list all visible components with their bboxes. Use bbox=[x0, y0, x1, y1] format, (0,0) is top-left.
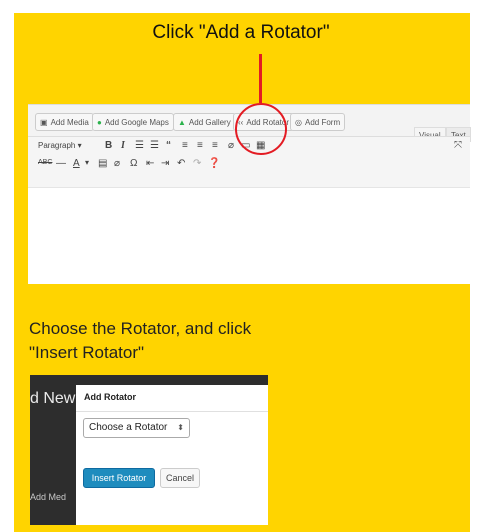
toolbar-toggle-icon[interactable]: ▦ bbox=[256, 140, 265, 151]
format-select[interactable]: Paragraph ▾ bbox=[38, 141, 82, 150]
chevron-down-icon: ▾ bbox=[77, 141, 82, 150]
add-google-maps-button[interactable]: ● Add Google Maps bbox=[92, 113, 174, 131]
align-center-icon[interactable]: ≡ bbox=[197, 140, 203, 151]
bold-icon[interactable]: B bbox=[105, 140, 112, 151]
dialog-title: Add Rotator bbox=[84, 392, 136, 402]
bullet-list-icon[interactable]: ☰ bbox=[135, 140, 144, 151]
rotator-select[interactable]: Choose a Rotator ⬍ bbox=[83, 418, 190, 438]
horizontal-line-icon[interactable]: — bbox=[56, 158, 66, 169]
gallery-icon: ▲ bbox=[178, 118, 186, 127]
blockquote-icon[interactable]: “ bbox=[166, 140, 171, 151]
add-form-button[interactable]: ◎ Add Form bbox=[290, 113, 346, 131]
red-pointer-line bbox=[259, 54, 262, 103]
editor-content-area[interactable] bbox=[28, 187, 470, 284]
numbered-list-icon[interactable]: ☰ bbox=[150, 140, 159, 151]
dialog-screenshot: d New Add Med Add Rotator Choose a Rotat… bbox=[30, 375, 268, 525]
map-pin-icon: ● bbox=[97, 118, 102, 127]
tutorial-graphic: Click "Add a Rotator" ▣ Add Media ● Add Go… bbox=[0, 0, 482, 532]
text-color-icon[interactable]: A bbox=[73, 158, 80, 169]
add-gallery-button[interactable]: ▲ Add Gallery bbox=[173, 113, 236, 131]
middle-caption: Choose the Rotator, and click "Insert Ro… bbox=[29, 319, 252, 362]
insert-rotator-button[interactable]: Insert Rotator bbox=[83, 468, 155, 488]
wordpress-editor: ▣ Add Media ● Add Google Maps ▲ Add Gallery… bbox=[28, 104, 471, 284]
select-arrows-icon: ⬍ bbox=[177, 423, 184, 432]
insert-more-icon[interactable]: ▭ bbox=[241, 140, 250, 151]
link-icon[interactable]: ⌀ bbox=[228, 140, 234, 151]
align-right-icon[interactable]: ≡ bbox=[212, 140, 218, 151]
add-rotator-dialog: Add Rotator Choose a Rotator ⬍ Insert Ro… bbox=[76, 385, 268, 525]
italic-icon[interactable]: I bbox=[121, 140, 125, 151]
chevron-down-icon[interactable]: ▾ bbox=[85, 158, 89, 167]
undo-icon[interactable]: ↶ bbox=[177, 158, 185, 169]
paste-text-icon[interactable]: ▤ bbox=[98, 158, 107, 169]
redo-icon[interactable]: ↷ bbox=[193, 158, 201, 169]
top-caption: Click "Add a Rotator" bbox=[152, 22, 330, 43]
editor-toolbar: Paragraph ▾ B I ☰ ☰ “ ≡ ≡ ≡ ⌀ ▭ ▦ ⤧ ABC … bbox=[28, 136, 470, 188]
rotator-icon: ‹‹ bbox=[238, 118, 244, 127]
outdent-icon[interactable]: ⇤ bbox=[146, 158, 154, 169]
add-media-button[interactable]: ▣ Add Media bbox=[35, 113, 94, 131]
special-character-icon[interactable]: Ω bbox=[130, 158, 137, 169]
add-rotator-button[interactable]: ‹‹ Add Rotator bbox=[233, 113, 295, 131]
clear-formatting-icon[interactable]: ⌀ bbox=[114, 158, 120, 169]
fullscreen-icon[interactable]: ⤧ bbox=[454, 140, 462, 151]
background-add-media: Add Med bbox=[30, 492, 67, 502]
strikethrough-icon[interactable]: ABC bbox=[38, 159, 52, 166]
align-left-icon[interactable]: ≡ bbox=[182, 140, 188, 151]
help-icon[interactable]: ❓ bbox=[208, 158, 220, 169]
background-page-title: d New bbox=[30, 390, 76, 407]
cancel-button[interactable]: Cancel bbox=[160, 468, 200, 488]
media-icon: ▣ bbox=[40, 118, 48, 127]
indent-icon[interactable]: ⇥ bbox=[161, 158, 169, 169]
dialog-divider bbox=[76, 411, 268, 412]
media-buttons-row: ▣ Add Media ● Add Google Maps ▲ Add Gallery… bbox=[28, 113, 471, 142]
form-icon: ◎ bbox=[295, 118, 302, 127]
